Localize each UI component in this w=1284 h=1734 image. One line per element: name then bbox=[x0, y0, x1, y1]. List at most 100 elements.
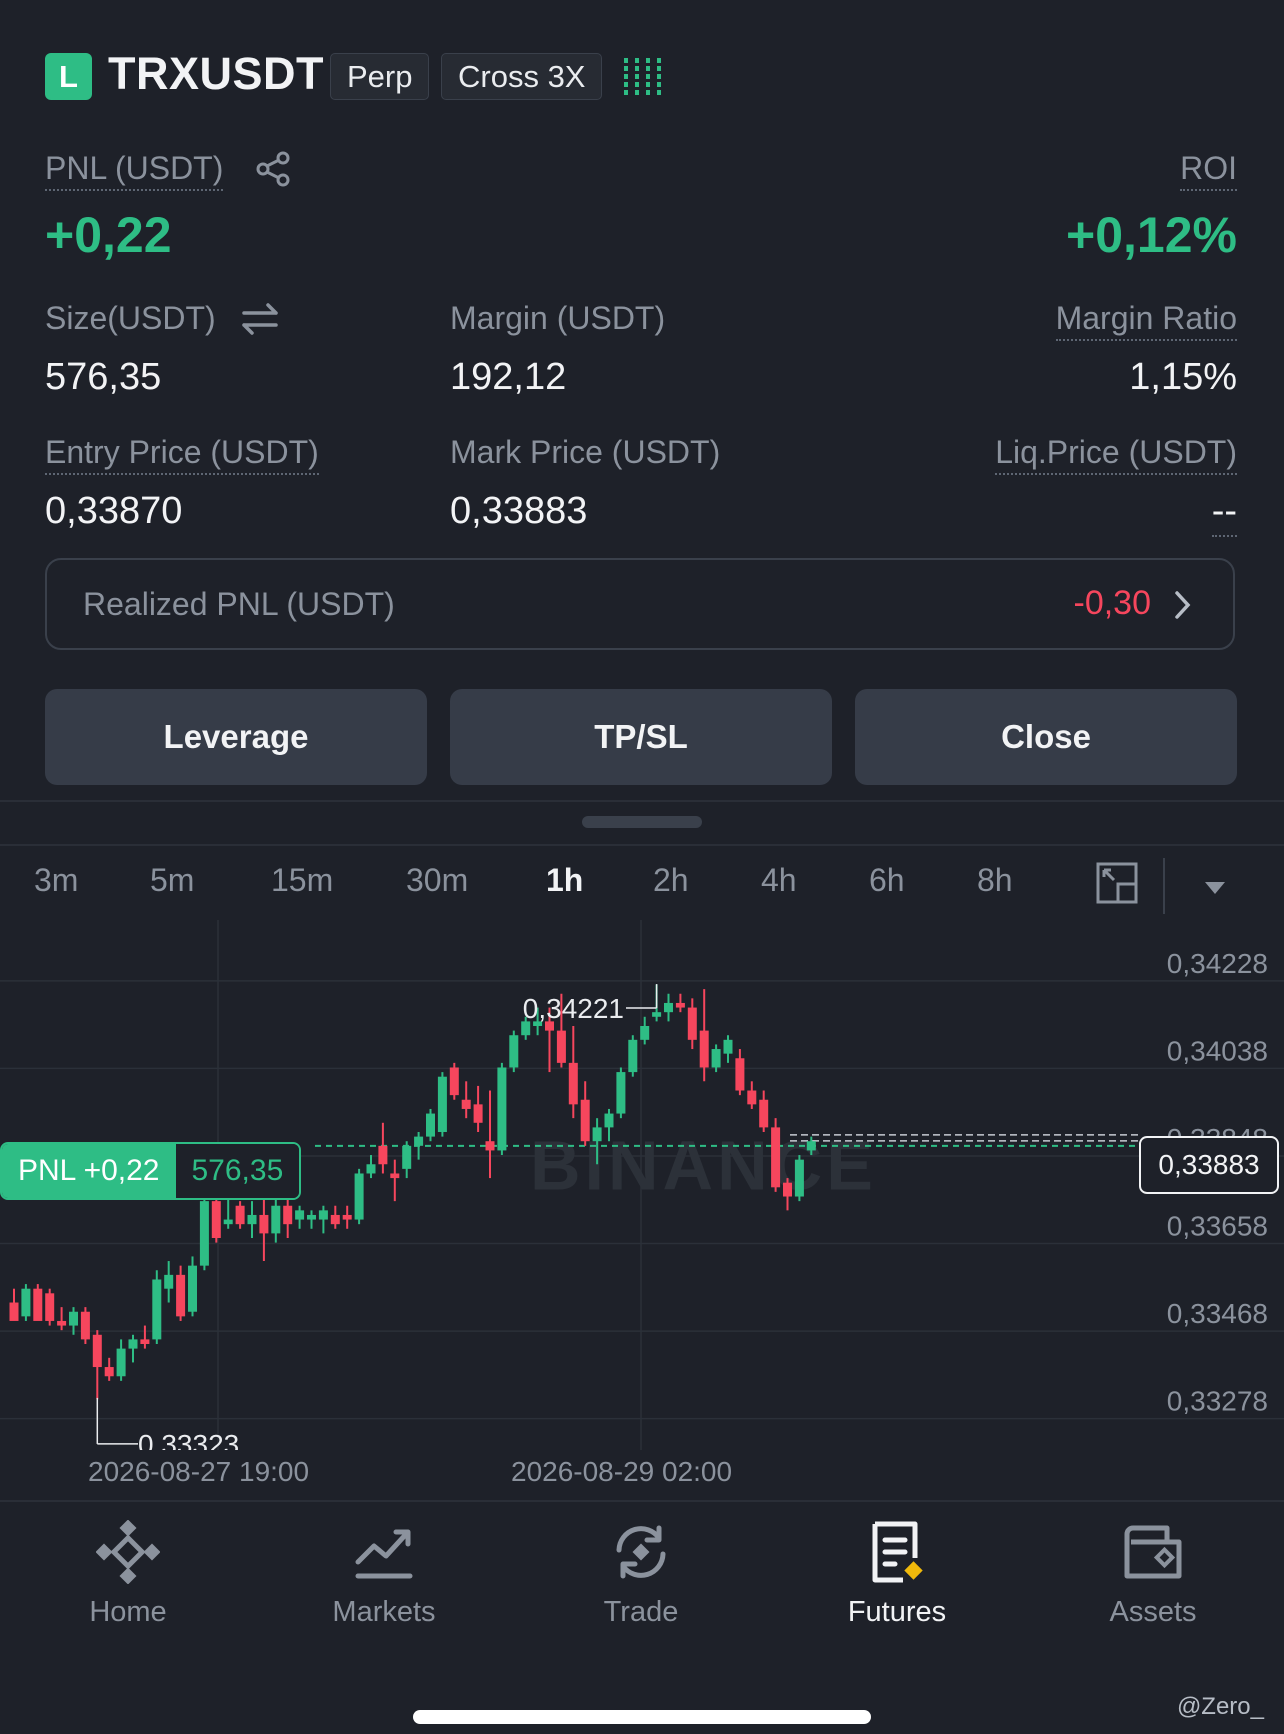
timeframe-1h[interactable]: 1h bbox=[546, 862, 583, 899]
symbol-title[interactable]: TRXUSDT bbox=[108, 48, 324, 100]
candle-body bbox=[235, 1205, 245, 1225]
nav-trade-label: Trade bbox=[603, 1596, 679, 1628]
y-axis-tick-label: 0,34038 bbox=[1167, 1035, 1268, 1066]
candle-body bbox=[152, 1279, 162, 1340]
x-axis-label-2: 2026-08-29 02:00 bbox=[511, 1456, 733, 1487]
candle-body bbox=[759, 1099, 769, 1128]
candle-body bbox=[675, 1002, 685, 1008]
pnl-tag-size: 576,35 bbox=[175, 1144, 300, 1198]
candlestick-chart[interactable]: 0,342280,340380,338480,336580,334680,332… bbox=[0, 920, 1284, 1460]
mark-price-label: Mark Price (USDT) bbox=[450, 434, 721, 470]
long-side-badge: L bbox=[45, 53, 92, 100]
candle-body bbox=[307, 1214, 316, 1220]
candle-body bbox=[69, 1311, 78, 1326]
candle-body bbox=[188, 1265, 197, 1312]
candle-body bbox=[616, 1072, 626, 1114]
margin-value: 192,12 bbox=[450, 356, 567, 398]
nav-trade[interactable]: Trade bbox=[541, 1520, 741, 1629]
chart-trend-icon bbox=[355, 1529, 413, 1579]
candle-body bbox=[568, 1062, 578, 1105]
candle-body bbox=[176, 1274, 186, 1317]
chevron-down-icon[interactable] bbox=[1203, 880, 1227, 901]
candle-body bbox=[652, 1012, 662, 1017]
candle-body bbox=[497, 1067, 507, 1151]
candle-body bbox=[723, 1039, 733, 1054]
candle-body bbox=[735, 1058, 745, 1091]
nav-markets[interactable]: Markets bbox=[284, 1520, 484, 1629]
candle-body bbox=[295, 1210, 305, 1220]
candle-body bbox=[711, 1049, 721, 1068]
candle-body bbox=[104, 1367, 114, 1377]
candle-body bbox=[687, 1007, 697, 1040]
share-icon[interactable] bbox=[254, 150, 292, 193]
candle-body bbox=[794, 1159, 804, 1197]
timeframe-8h[interactable]: 8h bbox=[977, 862, 1013, 899]
candle-body bbox=[80, 1311, 90, 1340]
candle-body bbox=[426, 1113, 435, 1137]
timeframe-4h[interactable]: 4h bbox=[761, 862, 797, 899]
candle-body bbox=[9, 1302, 19, 1321]
nav-assets[interactable]: Assets bbox=[1053, 1520, 1253, 1629]
candle-body bbox=[699, 1030, 709, 1068]
x-axis-label-1: 2026-08-27 19:00 bbox=[88, 1456, 310, 1487]
candle-body bbox=[57, 1320, 67, 1326]
timeframe-divider bbox=[0, 844, 1284, 846]
timeframe-15m[interactable]: 15m bbox=[271, 862, 333, 899]
trade-swap-icon bbox=[616, 1525, 666, 1579]
current-price-tag: 0,33883 bbox=[1139, 1136, 1279, 1194]
candle-body bbox=[259, 1214, 269, 1234]
nav-home[interactable]: Home bbox=[28, 1520, 228, 1629]
candle-body bbox=[116, 1348, 126, 1377]
candle-body bbox=[378, 1145, 388, 1165]
futures-doc-icon bbox=[872, 1521, 923, 1583]
close-position-button[interactable]: Close bbox=[855, 689, 1237, 785]
y-axis-tick-label: 0,33658 bbox=[1167, 1211, 1268, 1242]
margin-ratio-label[interactable]: Margin Ratio bbox=[1055, 300, 1237, 341]
margin-label: Margin (USDT) bbox=[450, 300, 666, 336]
candle-body bbox=[366, 1164, 376, 1174]
realized-pnl-row[interactable]: Realized PNL (USDT) -0,30 bbox=[45, 558, 1235, 650]
candle-body bbox=[437, 1076, 447, 1132]
timeframe-3m[interactable]: 3m bbox=[34, 862, 78, 899]
candle-body bbox=[128, 1339, 138, 1349]
candle-body bbox=[640, 1026, 650, 1040]
candle-body bbox=[806, 1141, 816, 1151]
candle-body bbox=[592, 1127, 602, 1142]
timeframe-5m[interactable]: 5m bbox=[150, 862, 194, 899]
candle-body bbox=[628, 1039, 638, 1073]
tpsl-button[interactable]: TP/SL bbox=[450, 689, 832, 785]
y-axis-tick-label: 0,33278 bbox=[1167, 1386, 1268, 1417]
drag-handle[interactable] bbox=[582, 816, 702, 828]
entry-price-label[interactable]: Entry Price (USDT) bbox=[45, 434, 319, 475]
roi-value: +0,12% bbox=[1066, 207, 1237, 263]
roi-label[interactable]: ROI bbox=[1180, 150, 1237, 191]
nav-futures[interactable]: Futures bbox=[797, 1520, 997, 1629]
liq-price-label[interactable]: Liq.Price (USDT) bbox=[995, 434, 1237, 475]
liq-price-value: -- bbox=[1211, 490, 1237, 537]
candle-body bbox=[199, 1201, 209, 1266]
candle-body bbox=[509, 1035, 519, 1068]
candle-body bbox=[271, 1205, 281, 1234]
candle-body bbox=[164, 1274, 174, 1289]
leverage-button[interactable]: Leverage bbox=[45, 689, 427, 785]
candle-body bbox=[580, 1099, 590, 1142]
timeframe-6h[interactable]: 6h bbox=[869, 862, 905, 899]
fullscreen-chart-icon[interactable] bbox=[1096, 862, 1138, 909]
binance-logo-icon bbox=[96, 1520, 160, 1584]
swap-units-icon[interactable] bbox=[240, 300, 280, 343]
high-price-label: 0,34221 bbox=[523, 993, 624, 1024]
pnl-position-tag[interactable]: PNL +0,22 576,35 bbox=[0, 1142, 302, 1200]
candle-body bbox=[556, 1030, 566, 1063]
candle-body bbox=[414, 1136, 424, 1146]
margin-mode-tag[interactable]: Cross 3X bbox=[441, 53, 603, 100]
candle-body bbox=[33, 1288, 43, 1321]
pnl-label[interactable]: PNL (USDT) bbox=[45, 150, 224, 191]
nav-markets-label: Markets bbox=[332, 1596, 436, 1628]
timeframe-30m[interactable]: 30m bbox=[406, 862, 468, 899]
timeframe-2h[interactable]: 2h bbox=[653, 862, 689, 899]
wallet-icon bbox=[1124, 1525, 1182, 1579]
candle-body bbox=[354, 1173, 364, 1220]
home-indicator[interactable] bbox=[413, 1710, 871, 1724]
candle-body bbox=[461, 1099, 471, 1109]
candle-body bbox=[473, 1104, 483, 1123]
